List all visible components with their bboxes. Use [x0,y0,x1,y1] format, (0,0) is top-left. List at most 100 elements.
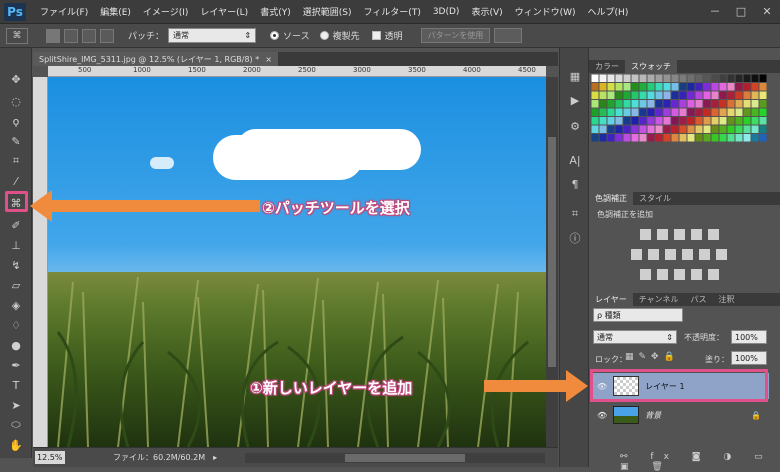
menu-view[interactable]: 表示(V) [465,5,508,18]
swatch-cell[interactable] [639,134,647,142]
swatch-cell[interactable] [759,125,767,134]
status-arrow-icon[interactable]: ▸ [213,453,217,462]
swatch-cell[interactable] [623,108,631,117]
swatch-cell[interactable] [671,125,679,134]
swatch-cell[interactable] [591,108,599,117]
swatch-cell[interactable] [719,100,727,108]
swatch-cell[interactable] [591,74,599,83]
swatch-cell[interactable] [735,74,743,83]
pattern-picker[interactable] [494,28,523,43]
swatch-cell[interactable] [711,108,719,117]
swatch-cell[interactable] [655,125,663,134]
swatch-cell[interactable] [671,83,679,91]
swatch-cell[interactable] [687,125,695,134]
swatch-cell[interactable] [743,134,751,142]
swatch-cell[interactable] [647,74,655,83]
swatch-cell[interactable] [591,134,599,142]
hue-sat-icon[interactable] [631,249,642,260]
swatch-cell[interactable] [679,83,687,91]
swatch-cell[interactable] [695,125,703,134]
swatch-cell[interactable] [591,100,599,108]
swatch-cell[interactable] [703,74,711,83]
swatch-cell[interactable] [631,134,639,142]
history-brush-icon[interactable]: ↯ [7,256,25,274]
swatch-cell[interactable] [647,100,655,108]
gradient-tool-icon[interactable]: ◈ [7,296,25,314]
threshold-icon[interactable] [674,269,685,280]
swatch-cell[interactable] [703,100,711,108]
swatch-cell[interactable] [711,74,719,83]
blend-mode-select[interactable]: 通常 ⇕ [593,330,677,344]
hand-tool-icon[interactable]: ✋ [7,436,25,454]
swatch-cell[interactable] [743,100,751,108]
swatch-cell[interactable] [727,83,735,91]
exposure-icon[interactable] [691,229,702,240]
swatch-grid[interactable] [591,74,767,142]
swatch-cell[interactable] [615,108,623,117]
swatch-cell[interactable] [599,117,607,125]
swatch-cell[interactable] [607,134,615,142]
swatch-cell[interactable] [663,125,671,134]
brush-tool-icon[interactable]: ✐ [7,216,25,234]
swatch-cell[interactable] [727,100,735,108]
swatch-cell[interactable] [623,117,631,125]
add-selection-button[interactable] [64,28,78,43]
swatch-cell[interactable] [695,134,703,142]
swatch-cell[interactable] [751,83,759,91]
scroll-thumb[interactable] [548,137,556,367]
swatch-cell[interactable] [711,134,719,142]
swatch-cell[interactable] [607,100,615,108]
source-radio[interactable] [270,31,280,40]
gradient-map-icon[interactable] [708,269,719,280]
swatch-cell[interactable] [631,83,639,91]
hscroll-thumb[interactable] [345,453,466,462]
swatch-cell[interactable] [663,100,671,108]
swatch-cell[interactable] [743,125,751,134]
swatch-cell[interactable] [743,74,751,83]
swatch-cell[interactable] [607,74,615,83]
maximize-button[interactable]: □ [732,4,750,18]
patch-mode-select[interactable]: 通常 ⇕ [168,28,257,43]
swatch-cell[interactable] [727,134,735,142]
levels-icon[interactable] [657,229,668,240]
layer-row-background[interactable]: 👁 背景 🔒 [593,402,769,428]
swatch-cell[interactable] [631,74,639,83]
destination-radio[interactable] [319,31,329,40]
swatch-cell[interactable] [687,134,695,142]
menu-filter[interactable]: フィルター(T) [357,5,426,18]
swatch-cell[interactable] [751,74,759,83]
swatch-cell[interactable] [719,91,727,100]
menu-help[interactable]: ヘルプ(H) [582,5,635,18]
swatch-cell[interactable] [703,125,711,134]
swatch-cell[interactable] [671,108,679,117]
tab-adjustments[interactable]: 色調補正 [589,192,633,205]
swatch-cell[interactable] [615,125,623,134]
info-icon[interactable]: ⓘ [566,230,584,246]
swatch-cell[interactable] [679,125,687,134]
swatch-cell[interactable] [751,125,759,134]
menu-layer[interactable]: レイヤー(L) [194,5,254,18]
swatch-cell[interactable] [591,117,599,125]
tab-paths[interactable]: パス [685,293,713,306]
type-tool-icon[interactable]: T [7,376,25,394]
swatch-cell[interactable] [759,91,767,100]
actions-icon[interactable]: ▶ [566,92,584,108]
swatch-cell[interactable] [695,83,703,91]
tab-color[interactable]: カラー [589,60,625,73]
swatch-cell[interactable] [743,108,751,117]
channel-mixer-icon[interactable] [699,249,710,260]
swatch-cell[interactable] [655,74,663,83]
swatch-cell[interactable] [679,108,687,117]
layer-kind-filter[interactable]: ρ 種類 [593,308,683,322]
swatch-cell[interactable] [663,108,671,117]
swatch-cell[interactable] [615,100,623,108]
history-icon[interactable]: ▦ [566,68,584,84]
swatch-cell[interactable] [639,125,647,134]
swatch-cell[interactable] [703,83,711,91]
swatch-cell[interactable] [679,91,687,100]
menu-image[interactable]: イメージ(I) [137,5,195,18]
swatch-cell[interactable] [599,91,607,100]
swatch-cell[interactable] [751,108,759,117]
swatch-cell[interactable] [751,134,759,142]
swatch-cell[interactable] [615,83,623,91]
